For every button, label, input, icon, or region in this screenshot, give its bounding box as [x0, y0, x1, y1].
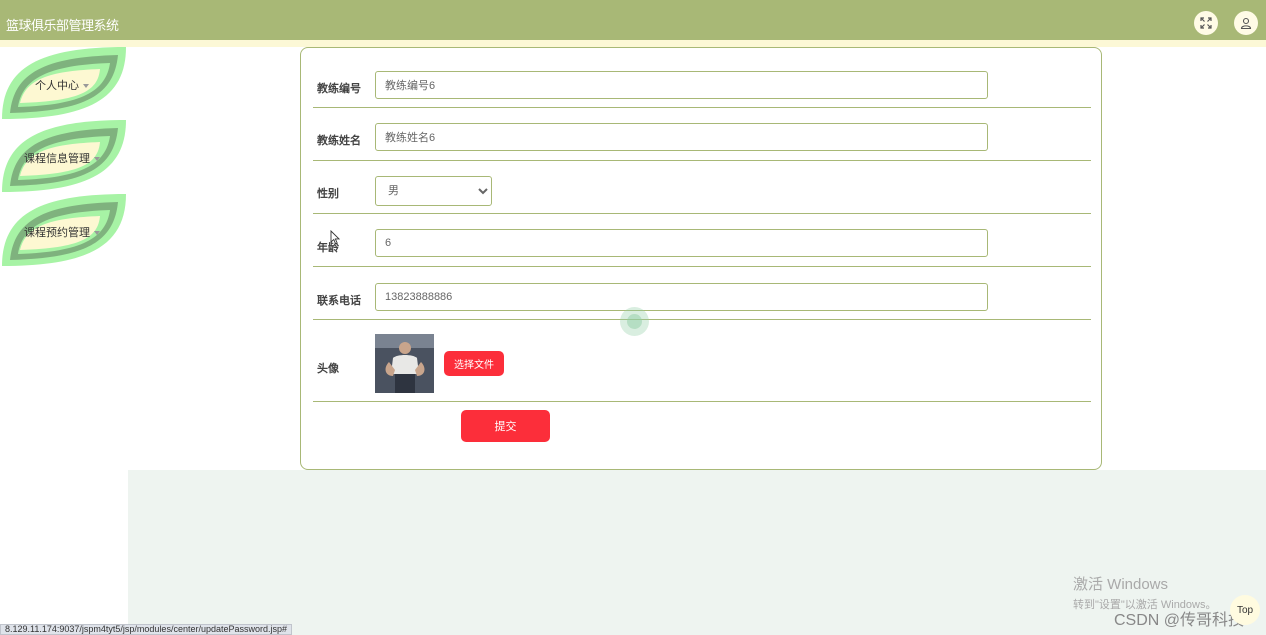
windows-watermark-line1: 激活 Windows	[1073, 576, 1169, 593]
back-to-top-button[interactable]: Top	[1230, 595, 1260, 625]
choose-file-button[interactable]: 选择文件	[444, 351, 504, 376]
header-divider	[0, 40, 1266, 47]
avatar-preview	[375, 334, 434, 393]
sidebar-item-course-info[interactable]: 课程信息管理	[0, 120, 128, 194]
submit-button[interactable]: 提交	[461, 410, 550, 442]
form-row-phone: 联系电话	[313, 267, 1091, 320]
form-row-gender: 性别 男	[313, 161, 1091, 214]
caret-down-icon	[94, 157, 100, 162]
form-row-avatar: 头像 选择文件	[313, 320, 1091, 402]
avatar-label: 头像	[317, 363, 339, 375]
mouse-cursor-icon	[330, 230, 340, 245]
coach-name-label: 教练姓名	[317, 135, 361, 147]
csdn-watermark: CSDN @传哥科技	[1114, 612, 1245, 629]
form-row-age: 年龄	[313, 214, 1091, 267]
top-bar: 篮球俱乐部管理系统	[0, 0, 1266, 40]
sidebar-item-personal-center[interactable]: 个人中心	[0, 47, 128, 121]
sidebar-item-label: 课程信息管理	[18, 150, 106, 166]
caret-down-icon	[94, 231, 100, 236]
form-row-coach-name: 教练姓名	[313, 108, 1091, 161]
coach-id-input[interactable]	[375, 71, 988, 99]
phone-input[interactable]	[375, 283, 988, 311]
user-icon	[1240, 17, 1252, 29]
coach-name-input[interactable]	[375, 123, 988, 151]
sidebar: 个人中心 课程信息管理 课程预约管理	[0, 47, 128, 635]
gender-label: 性别	[317, 188, 339, 200]
coach-form: 教练编号 教练姓名 性别 男 年龄 联系电话 头像	[300, 47, 1102, 470]
coach-id-label: 教练编号	[317, 83, 361, 95]
browser-status-url: 8.129.11.174:9037/jspm4tyt5/jsp/modules/…	[0, 624, 293, 635]
avatar-figure	[375, 334, 434, 393]
sidebar-item-label: 个人中心	[18, 77, 106, 93]
phone-label: 联系电话	[317, 295, 361, 307]
gender-select[interactable]: 男	[375, 176, 492, 206]
sidebar-item-label: 课程预约管理	[18, 224, 106, 240]
sidebar-item-course-booking[interactable]: 课程预约管理	[0, 194, 128, 268]
age-input[interactable]	[375, 229, 988, 257]
fullscreen-icon	[1200, 17, 1212, 29]
fullscreen-button[interactable]	[1194, 11, 1218, 35]
form-row-coach-id: 教练编号	[313, 62, 1091, 108]
app-title: 篮球俱乐部管理系统	[6, 18, 119, 33]
user-button[interactable]	[1234, 11, 1258, 35]
caret-down-icon	[83, 84, 89, 89]
loading-indicator	[620, 307, 649, 336]
